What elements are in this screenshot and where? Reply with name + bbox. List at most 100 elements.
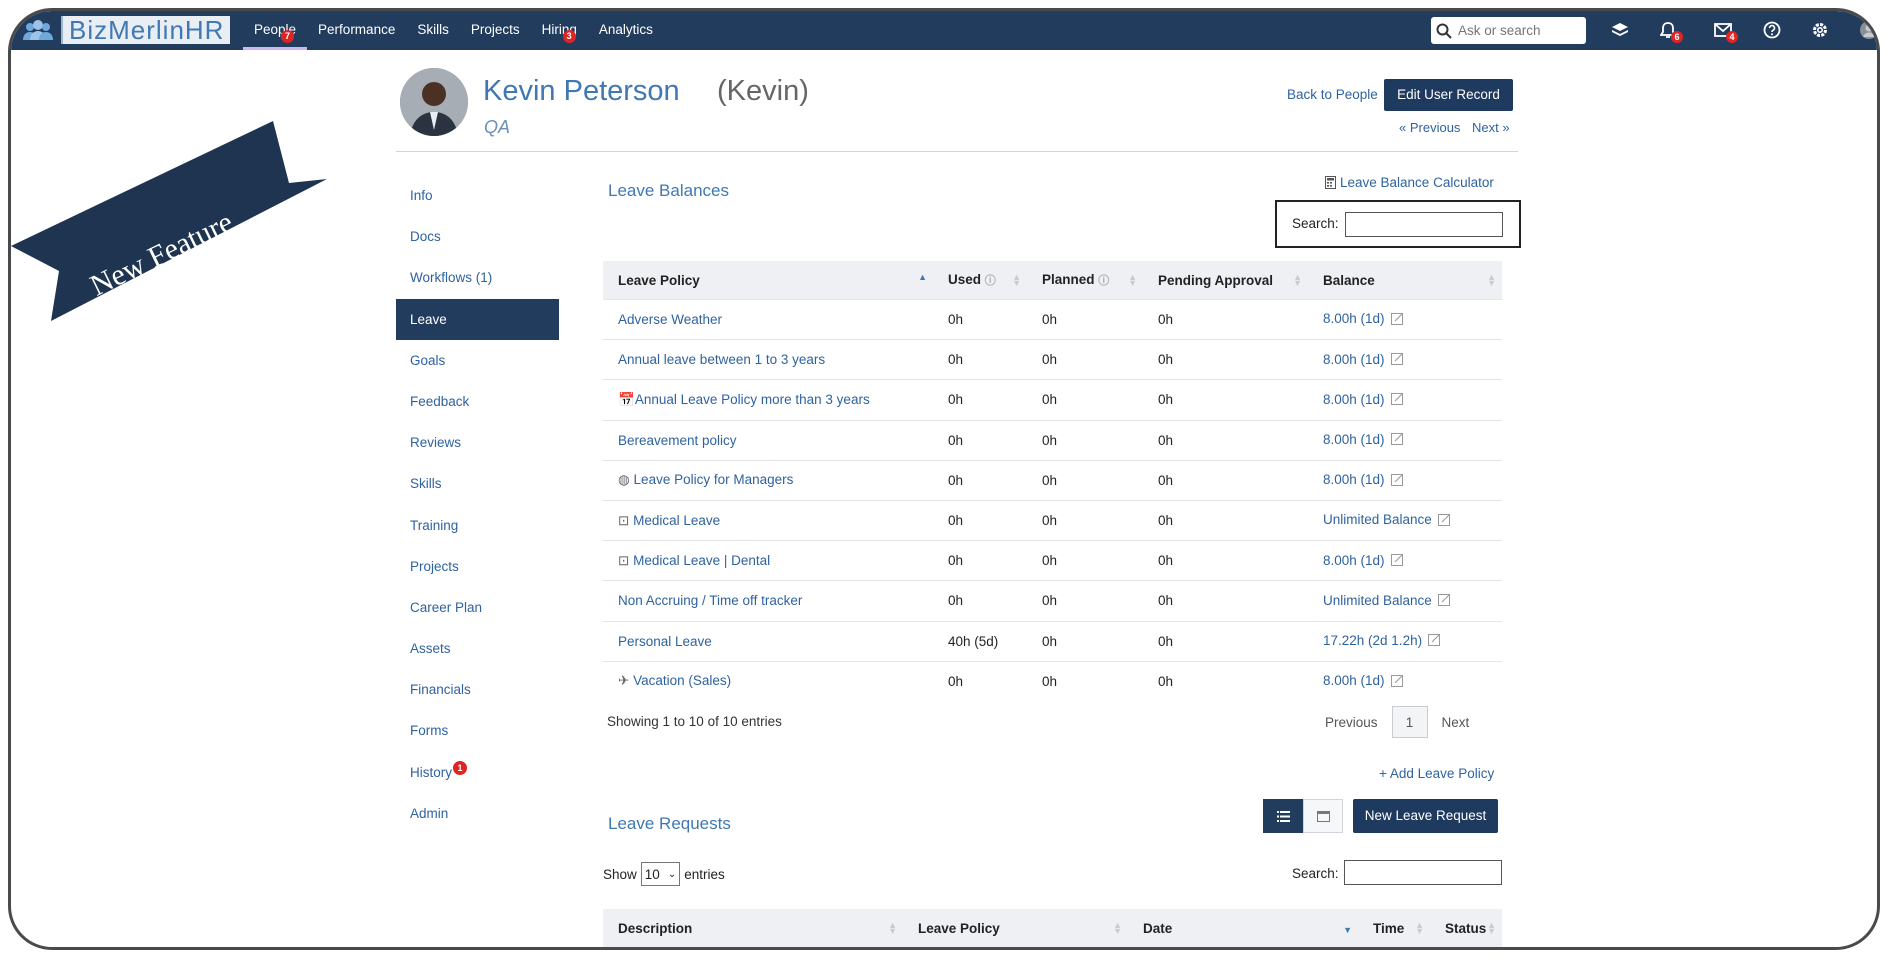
policy-link[interactable]: Medical Leave | Dental: [633, 553, 770, 568]
edit-icon[interactable]: [1437, 513, 1451, 529]
balance-link[interactable]: Unlimited Balance: [1323, 593, 1432, 608]
sidenav-admin[interactable]: Admin: [396, 793, 559, 834]
nav-projects-label: Projects: [470, 22, 520, 37]
bell-icon[interactable]: 6: [1657, 19, 1683, 43]
envelope-icon[interactable]: 4: [1712, 19, 1738, 43]
policy-link[interactable]: Leave Policy for Managers: [634, 472, 794, 487]
sidenav-workflows-label: Workflows (1): [410, 270, 493, 286]
pending-cell: 0h: [1143, 660, 1308, 701]
next-link[interactable]: Next »: [1472, 120, 1510, 135]
edit-icon[interactable]: [1428, 633, 1441, 649]
edit-icon[interactable]: [1390, 392, 1404, 408]
user-avatar-icon[interactable]: [1858, 19, 1877, 41]
balance-link[interactable]: 8.00h (1d): [1323, 352, 1385, 367]
leave-balances-title: Leave Balances: [608, 181, 729, 200]
edit-icon[interactable]: [1390, 352, 1404, 368]
nav-analytics[interactable]: Analytics: [588, 11, 664, 50]
edit-icon[interactable]: [1390, 432, 1404, 448]
policy-link[interactable]: Personal Leave: [618, 634, 712, 649]
nav-projects[interactable]: Projects: [460, 11, 531, 50]
page-length-select[interactable]: 10 ⌄: [640, 862, 681, 886]
calendar-view-button[interactable]: [1303, 799, 1343, 833]
col-balance[interactable]: Balance ▲ ▼: [1308, 261, 1502, 300]
edit-user-record-button[interactable]: Edit User Record: [1384, 79, 1513, 111]
sidenav-goals[interactable]: Goals: [396, 340, 559, 381]
edit-icon[interactable]: [1390, 553, 1404, 569]
sidenav-training[interactable]: Training: [396, 505, 559, 546]
balances-search-input[interactable]: [1345, 212, 1503, 237]
policy-link[interactable]: Adverse Weather: [618, 312, 722, 327]
col-status[interactable]: Status ▲ ▼: [1430, 909, 1502, 947]
nav-performance[interactable]: Performance: [307, 11, 406, 50]
col-leave-policy[interactable]: Leave Policy ▲: [603, 261, 933, 300]
sidenav-history[interactable]: History 1: [396, 752, 559, 793]
pager-page-1[interactable]: 1: [1391, 706, 1428, 738]
nav-people[interactable]: People 7: [243, 11, 308, 50]
sidenav-forms[interactable]: Forms: [396, 710, 559, 751]
global-search-input[interactable]: [1456, 22, 1578, 39]
balance-link[interactable]: 17.22h (2d 1.2h): [1323, 633, 1422, 648]
requests-search-input[interactable]: [1344, 860, 1502, 885]
profile-name: Kevin Peterson: [483, 75, 680, 107]
policy-link[interactable]: Vacation (Sales): [633, 673, 731, 688]
balance-link[interactable]: 8.00h (1d): [1323, 553, 1385, 568]
balance-link[interactable]: Unlimited Balance: [1323, 512, 1432, 527]
table-pager: Previous 1 Next: [1325, 705, 1469, 739]
previous-link[interactable]: « Previous: [1399, 120, 1460, 135]
pager-next[interactable]: Next: [1442, 715, 1470, 730]
sidenav-reviews[interactable]: Reviews: [396, 422, 559, 463]
table-row: Bereavement policy 0h 0h 0h 8.00h (1d): [603, 419, 1502, 461]
back-to-people-link[interactable]: Back to People: [1287, 87, 1378, 102]
policy-link[interactable]: Non Accruing / Time off tracker: [618, 593, 802, 608]
balance-link[interactable]: 8.00h (1d): [1323, 392, 1385, 407]
col-used[interactable]: Used ⓘ ▲ ▼: [933, 261, 1027, 300]
col-leave-policy[interactable]: Leave Policy ▲ ▼: [903, 909, 1128, 947]
col-planned[interactable]: Planned ⓘ ▲ ▼: [1027, 261, 1143, 300]
sidenav-skills[interactable]: Skills: [396, 463, 559, 504]
gear-icon[interactable]: [1809, 19, 1831, 41]
layers-icon[interactable]: [1609, 19, 1631, 41]
edit-icon[interactable]: [1390, 674, 1404, 690]
sidenav-admin-label: Admin: [410, 805, 449, 821]
profile-avatar: [400, 68, 468, 136]
sidenav-info-label: Info: [410, 188, 433, 203]
policy-link[interactable]: Annual leave between 1 to 3 years: [618, 352, 825, 367]
sidenav-feedback[interactable]: Feedback: [396, 381, 559, 422]
table-row: 📅Annual Leave Policy more than 3 years 0…: [603, 379, 1502, 421]
list-view-button[interactable]: [1263, 799, 1303, 833]
planned-cell: 0h: [1027, 298, 1143, 340]
col-date[interactable]: Date ▼: [1128, 909, 1358, 947]
policy-link[interactable]: Bereavement policy: [618, 433, 737, 448]
balance-link[interactable]: 8.00h (1d): [1323, 472, 1385, 487]
help-icon[interactable]: [1761, 19, 1783, 41]
nav-skills[interactable]: Skills: [406, 11, 460, 50]
pager-previous[interactable]: Previous: [1325, 715, 1378, 730]
edit-icon[interactable]: [1390, 312, 1404, 328]
leave-balance-calculator-link[interactable]: Leave Balance Calculator: [1325, 175, 1494, 190]
sidenav-workflows[interactable]: Workflows (1): [396, 257, 559, 298]
sidenav-projects[interactable]: Projects: [396, 546, 559, 587]
balance-link[interactable]: 8.00h (1d): [1323, 311, 1385, 326]
col-pending-approval[interactable]: Pending Approval ▲ ▼: [1143, 261, 1308, 300]
policy-link[interactable]: Annual Leave Policy more than 3 years: [635, 392, 870, 407]
sort-icon: ▲ ▼: [1415, 920, 1424, 936]
balance-link[interactable]: 8.00h (1d): [1323, 432, 1385, 447]
global-search[interactable]: [1431, 17, 1586, 44]
new-leave-request-button[interactable]: New Leave Request: [1353, 799, 1498, 833]
add-leave-policy-link[interactable]: + Add Leave Policy: [1379, 766, 1494, 781]
sidenav-docs[interactable]: Docs: [396, 216, 559, 257]
sidenav-career-plan[interactable]: Career Plan: [396, 587, 559, 628]
edit-icon[interactable]: [1437, 593, 1451, 609]
col-time[interactable]: Time ▲ ▼: [1358, 909, 1430, 947]
nav-hiring[interactable]: Hiring 3: [531, 11, 588, 50]
sidenav-financials[interactable]: Financials: [396, 669, 559, 710]
edit-icon[interactable]: [1390, 473, 1404, 489]
policy-link[interactable]: Medical Leave: [633, 513, 720, 528]
col-description[interactable]: Description ▲ ▼: [603, 909, 903, 947]
brand-logo[interactable]: BizMerlinHR: [21, 15, 231, 45]
sidenav-info[interactable]: Info: [396, 175, 559, 216]
sidenav-history-label: History: [410, 764, 453, 780]
sidenav-leave[interactable]: Leave: [396, 298, 559, 340]
sidenav-assets[interactable]: Assets: [396, 628, 559, 669]
balance-link[interactable]: 8.00h (1d): [1323, 673, 1385, 688]
